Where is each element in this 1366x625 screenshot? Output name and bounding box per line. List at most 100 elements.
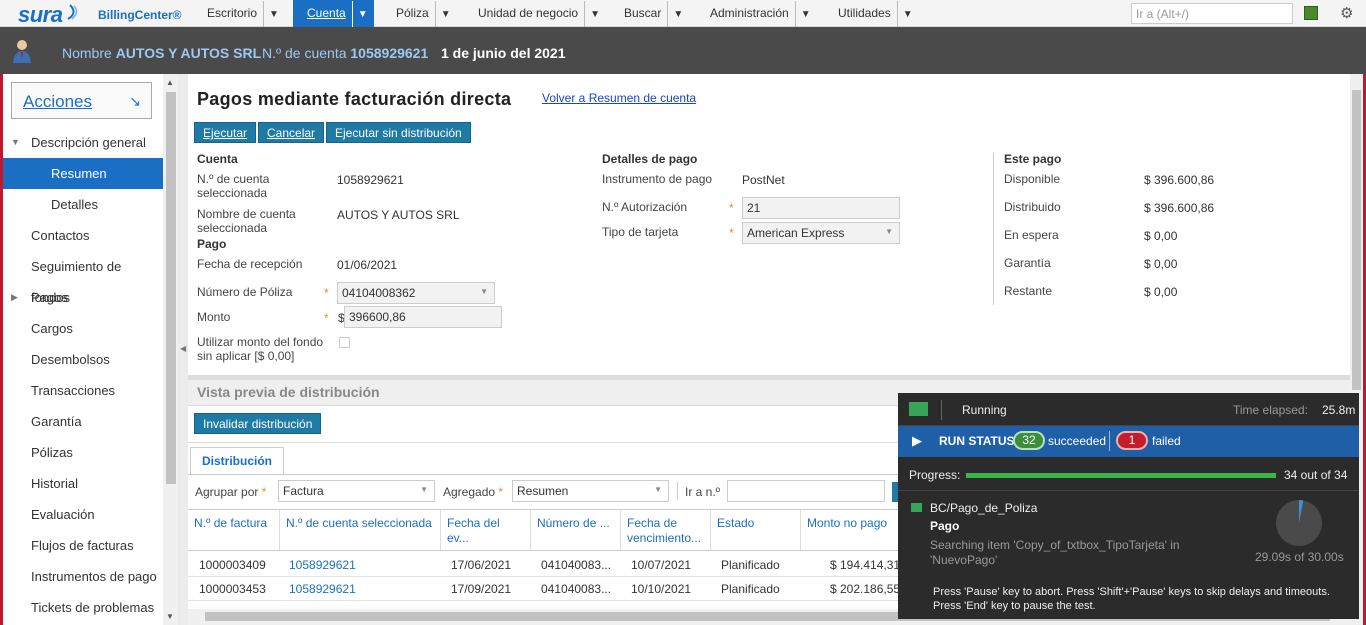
time-elapsed-value: 25.8m (1322, 403, 1356, 417)
sidebar-scroll-thumb[interactable] (166, 92, 176, 484)
chevron-down-icon[interactable]: ▼ (584, 1, 600, 28)
aggregate-text: Agregado (443, 485, 496, 499)
cell-unpaid-amount: $ 194.414,31 (830, 558, 898, 572)
amount-input[interactable]: 396600,86 (344, 306, 502, 328)
chevron-down-icon[interactable]: ▼ (351, 1, 368, 28)
group-by-select[interactable]: Factura ▼ (278, 480, 435, 502)
sidebar-item-label: Garantía (31, 414, 82, 429)
play-icon[interactable]: ▶ (912, 433, 922, 449)
execute-label: Ejecutar (203, 126, 248, 140)
tab-buscar[interactable]: Buscar ▼ (624, 0, 683, 28)
tab-cuenta[interactable]: Cuenta ▼ (293, 0, 374, 28)
chevron-down-icon[interactable]: ▼ (263, 1, 279, 28)
sidebar-item-contactos[interactable]: Contactos (3, 220, 163, 251)
sidebar-item-pagos[interactable]: ▶ Pagos (3, 282, 163, 313)
tab-escritorio[interactable]: Escritorio ▼ (207, 0, 279, 28)
group-by-label: Agrupar por * (195, 485, 266, 499)
sidebar-item-tickets-de-problemas[interactable]: Tickets de problemas (3, 592, 163, 623)
actions-button[interactable]: Acciones ↘ (11, 82, 152, 119)
cancel-button[interactable]: Cancelar (258, 122, 325, 143)
tab-administracion[interactable]: Administración ▼ (710, 0, 811, 28)
policy-number-label: Número de Póliza (197, 285, 293, 299)
top-bar: sura BillingCenter® Escritorio ▼ Cuenta ▼ … (0, 0, 1366, 28)
goto-number-input[interactable] (727, 480, 885, 502)
chevron-down-icon[interactable]: ▼ (794, 1, 811, 28)
dropdown-caret-icon: ▼ (885, 227, 893, 236)
expand-triangle-icon[interactable]: ▶ (11, 282, 18, 313)
col-header-selected-account[interactable]: N.º de cuenta seleccionada (280, 510, 441, 551)
sidebar-item-label: Resumen (51, 166, 107, 181)
tab-utilidades[interactable]: Utilidades ▼ (838, 0, 913, 28)
sidebar-item-label: Flujos de facturas (31, 538, 134, 553)
sidebar-item-resumen[interactable]: Resumen (3, 158, 163, 189)
chevron-down-icon[interactable]: ▼ (667, 1, 683, 28)
authorization-input[interactable]: 21 (742, 197, 900, 219)
sidebar-item-label: Descripción general (31, 135, 146, 150)
tab-unidad-de-negocio[interactable]: Unidad de negocio ▼ (478, 0, 600, 28)
searching-message: Searching item 'Copy_of_txtbox_TipoTarje… (930, 538, 1180, 567)
divider (941, 400, 942, 420)
logo-swoosh-icon (67, 4, 78, 20)
selected-account-name-label: Nombre de cuenta seleccionada (197, 207, 296, 235)
cell-account-link[interactable]: 1058929621 (289, 558, 356, 572)
use-unapplied-fund-checkbox[interactable] (339, 337, 350, 348)
row-divider (188, 600, 908, 601)
invalidate-distribution-button[interactable]: Invalidar distribución (194, 413, 322, 434)
execute-button[interactable]: Ejecutar (194, 122, 257, 143)
vertical-scroll-thumb[interactable] (1352, 90, 1361, 390)
chevron-down-icon[interactable]: ▼ (434, 1, 451, 28)
scroll-up-icon[interactable]: ▲ (166, 78, 174, 87)
required-marker: * (324, 286, 329, 300)
sidebar-item-seguimiento-de-fondos[interactable]: Seguimiento de fondos (3, 251, 163, 305)
sidebar-item-desembolsos[interactable]: Desembolsos (3, 344, 163, 375)
sidebar-item-flujos-de-facturas[interactable]: Flujos de facturas (3, 530, 163, 561)
product-name: BillingCenter® (98, 8, 182, 22)
sidebar-item-instrumentos-de-pago[interactable]: Instrumentos de pago (3, 561, 163, 592)
sidebar-item-cargos[interactable]: Cargos (3, 313, 163, 344)
chevron-down-icon[interactable]: ▼ (896, 1, 913, 28)
card-type-select[interactable]: American Express ▼ (742, 222, 900, 244)
expand-triangle-icon[interactable]: ▼ (11, 127, 20, 158)
col-header-number[interactable]: Número de ... (531, 510, 621, 551)
sidebar-item-descripcion-general[interactable]: ▼ Descripción general (3, 127, 163, 158)
sidebar-item-transacciones[interactable]: Transacciones (3, 375, 163, 406)
use-unapplied-fund-label: Utilizar monto del fondo sin aplicar [$ … (197, 335, 324, 363)
scroll-down-icon[interactable]: ▼ (166, 612, 174, 621)
col-header-invoice[interactable]: N.º de factura (188, 510, 280, 551)
divider (677, 482, 678, 500)
policy-number-select[interactable]: 04104008362 ▼ (337, 282, 495, 304)
progress-bar-fill (966, 473, 1276, 478)
tab-label: Escritorio (207, 6, 258, 20)
authorization-label: N.º Autorización (602, 200, 688, 214)
tab-label: Póliza (396, 6, 429, 20)
folder-icon (911, 503, 922, 512)
cell-invoice: 1000003453 (199, 582, 266, 596)
succeeded-label: succeeded (1048, 434, 1107, 448)
aggregate-select[interactable]: Resumen ▼ (512, 480, 669, 502)
col-header-unpaid-amount[interactable]: Monto no pago (801, 510, 911, 551)
sidebar-item-detalles[interactable]: Detalles (3, 189, 163, 220)
sidebar-item-historial[interactable]: Historial (3, 468, 163, 499)
sidebar-item-polizas[interactable]: Pólizas (3, 437, 163, 468)
sidebar-item-garantia[interactable]: Garantía (3, 406, 163, 437)
col-header-status[interactable]: Estado (711, 510, 801, 551)
account-name: Nombre AUTOS Y AUTOS SRL (62, 45, 261, 61)
sidebar-item-evaluacion[interactable]: Evaluación (3, 499, 163, 530)
tab-poliza[interactable]: Póliza ▼ (396, 0, 451, 28)
selected-account-name-value: AUTOS Y AUTOS SRL (337, 208, 460, 222)
cell-event-date: 17/09/2021 (451, 582, 512, 596)
run-status-label: RUN STATUS (939, 434, 1015, 448)
tab-distribucion[interactable]: Distribución (190, 447, 284, 474)
goto-input[interactable]: Ir a (Alt+/) (1131, 3, 1293, 24)
save-icon[interactable] (1304, 6, 1318, 20)
cell-account-link[interactable]: 1058929621 (289, 582, 356, 596)
collapse-left-icon[interactable]: ◀ (180, 344, 186, 353)
col-header-due-date[interactable]: Fecha de vencimiento... (621, 510, 711, 551)
section-cuenta-title: Cuenta (197, 152, 238, 166)
cell-status: Planificado (721, 558, 780, 572)
execute-without-distribution-button[interactable]: Ejecutar sin distribución (326, 122, 471, 143)
col-header-event-date[interactable]: Fecha del ev... (441, 510, 531, 551)
gear-icon[interactable]: ⚙ (1340, 6, 1355, 21)
policy-number-value: 04104008362 (342, 286, 416, 300)
back-to-summary-link[interactable]: Volver a Resumen de cuenta (542, 91, 696, 105)
